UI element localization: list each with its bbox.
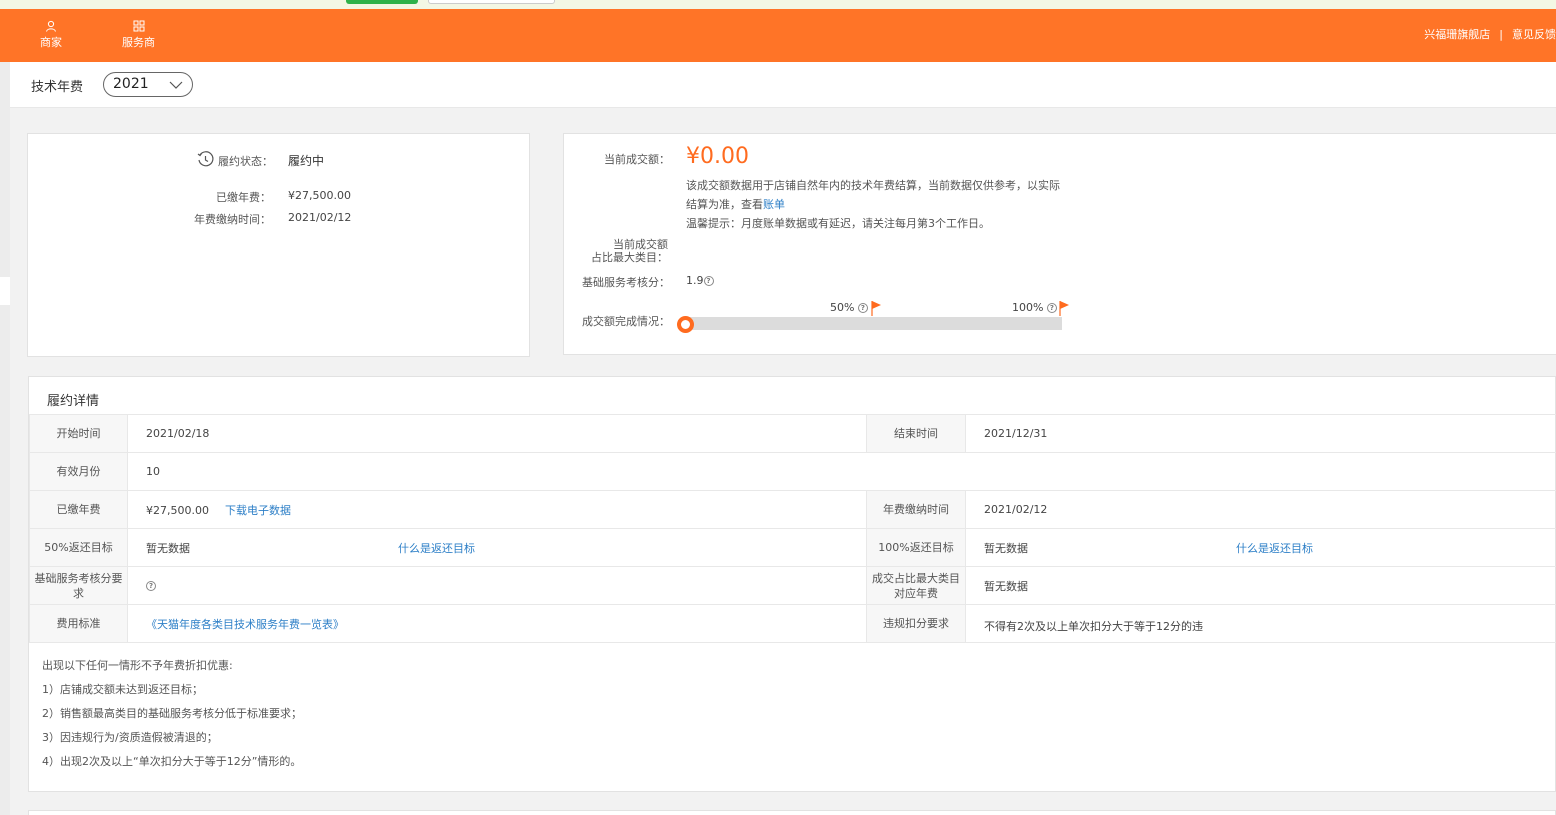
help-icon[interactable]: ? — [1046, 303, 1057, 313]
discount-rules-notes: 出现以下任何一情形不予年费折扣优惠: 1）店铺成交额未达到返还目标； 2）销售额… — [42, 659, 302, 779]
what-is-target-link[interactable]: 什么是返还目标 — [398, 542, 475, 555]
grid-icon — [133, 20, 144, 32]
chevron-down-icon — [169, 81, 183, 89]
start-time-key: 开始时间 — [29, 414, 128, 453]
bottom-card — [28, 810, 1556, 815]
target-50-cell: 暂无数据 什么是返还目标 — [127, 528, 867, 567]
current-gmv-label: 当前成交额： — [604, 153, 670, 166]
page-subheader: 技术年费 2021 — [10, 62, 1556, 108]
detail-table: 开始时间 2021/02/18 结束时间 2021/12/31 有效月份 10 … — [29, 414, 1556, 643]
left-edge-tab — [0, 277, 10, 305]
download-data-link[interactable]: 下载电子数据 — [225, 504, 291, 517]
paid-fee-cell: ¥27,500.00 下载电子数据 — [127, 490, 867, 529]
status-value: 履约中 — [288, 154, 325, 168]
milestone-100-label: 100% — [1012, 301, 1044, 314]
target-100-key: 100%返还目标 — [866, 528, 966, 567]
valid-months-value: 10 — [127, 452, 1556, 491]
service-score-value: 1.9 — [686, 274, 704, 287]
top-nav-bar: 商家 服务商 兴福珊旗舰店 | 意见反馈 — [0, 9, 1556, 62]
target-50-key: 50%返还目标 — [29, 528, 128, 567]
year-select[interactable]: 2021 — [103, 72, 193, 97]
paid-fee-value: ¥27,500.00 — [288, 189, 351, 202]
max-category-label-line1: 当前成交额 — [613, 238, 668, 251]
max-category-fee-value: 暂无数据 — [965, 566, 1556, 605]
header-right-links: 兴福珊旗舰店 | 意见反馈 — [1424, 26, 1556, 42]
gmv-tip: 温馨提示：月度账单数据或有延迟，请关注每月第3个工作日。 — [686, 217, 990, 230]
score-requirement-key: 基础服务考核分要求 — [29, 566, 128, 605]
note-item: 2）销售额最高类目的基础服务考核分低于标准要求； — [42, 707, 302, 720]
note-item: 1）店铺成交额未达到返还目标； — [42, 683, 203, 696]
target-100-cell: 暂无数据 什么是返还目标 — [965, 528, 1556, 567]
header-separator: | — [1499, 28, 1503, 41]
nav-item-label: 商家 — [40, 36, 62, 49]
top-gray-button[interactable] — [428, 0, 555, 4]
user-icon — [46, 20, 56, 32]
violation-requirement-cell: 不得有2次及以上单次扣分大于等于12分的违规 — [965, 604, 1556, 643]
paid-fee-label: 已缴年费： — [216, 191, 271, 204]
flag-50-icon — [871, 301, 881, 316]
gmv-progress-bar — [685, 317, 1062, 330]
flag-100-icon — [1059, 301, 1069, 316]
help-icon[interactable]: ? — [703, 276, 714, 286]
gmv-description-line2: 结算为准，查看 — [686, 198, 763, 211]
target-50-value: 暂无数据 — [146, 541, 190, 555]
status-label: 履约状态： — [218, 155, 273, 168]
table-row: 费用标准 《天猫年度各类目技术服务年费一览表》 违规扣分要求 不得有2次及以上单… — [29, 604, 1556, 643]
paid-fee-key: 已缴年费 — [29, 490, 128, 529]
note-item: 3）因违规行为/资质造假被清退的； — [42, 731, 218, 744]
gmv-progress-knob — [677, 316, 694, 333]
paid-fee-detail-value: ¥27,500.00 — [146, 503, 209, 517]
max-category-label-line2: 占比最大类目： — [591, 251, 668, 264]
help-icon[interactable]: ? — [857, 303, 868, 313]
max-category-label: 当前成交额 占比最大类目： — [591, 238, 668, 264]
fee-standard-link[interactable]: 《天猫年度各类目技术服务年费一览表》 — [146, 618, 344, 631]
table-row: 已缴年费 ¥27,500.00 下载电子数据 年费缴纳时间 2021/02/12 — [29, 490, 1556, 529]
note-item: 出现以下任何一情形不予年费折扣优惠: — [42, 659, 233, 672]
end-time-key: 结束时间 — [866, 414, 966, 453]
table-row: 有效月份 10 — [29, 452, 1556, 491]
pay-time-detail-value: 2021/02/12 — [965, 490, 1556, 529]
end-time-value: 2021/12/31 — [965, 414, 1556, 453]
detail-title: 履约详情 — [47, 394, 100, 409]
gmv-description-line1: 该成交额数据用于店铺自然年内的技术年费结算，当前数据仅供参考，以实际 — [686, 179, 1060, 192]
pay-time-key: 年费缴纳时间 — [866, 490, 966, 529]
valid-months-key: 有效月份 — [29, 452, 128, 491]
target-100-value: 暂无数据 — [984, 541, 1028, 555]
current-gmv-value: ¥0.00 — [686, 144, 749, 169]
violation-requirement-value: 不得有2次及以上单次扣分大于等于12分的违规 — [984, 620, 1203, 633]
contract-status-card: 履约状态： 履约中 已缴年费： ¥27,500.00 年费缴纳时间： 2021/… — [27, 133, 530, 357]
table-row: 50%返还目标 暂无数据 什么是返还目标 100%返还目标 暂无数据 什么是返还目标 — [29, 528, 1556, 567]
help-icon[interactable]: ? — [146, 581, 156, 591]
fee-standard-key: 费用标准 — [29, 604, 128, 643]
fee-standard-cell: 《天猫年度各类目技术服务年费一览表》 — [127, 604, 867, 643]
violation-requirement-key: 违规扣分要求 — [866, 604, 966, 643]
store-name-link[interactable]: 兴福珊旗舰店 — [1424, 28, 1490, 41]
start-time-value: 2021/02/18 — [127, 414, 867, 453]
score-requirement-cell: ? — [127, 566, 867, 605]
what-is-target-link[interactable]: 什么是返还目标 — [1236, 542, 1313, 555]
service-score-label: 基础服务考核分： — [582, 276, 670, 289]
table-row: 开始时间 2021/02/18 结束时间 2021/12/31 — [29, 414, 1556, 453]
browser-top-strip — [0, 0, 1556, 9]
pay-time-value: 2021/02/12 — [288, 211, 352, 224]
year-select-value: 2021 — [113, 76, 149, 92]
top-green-button[interactable] — [346, 0, 418, 4]
progress-label: 成交额完成情况： — [582, 315, 670, 328]
note-item: 4）出现2次及以上“单次扣分大于等于12分”情形的。 — [42, 755, 302, 768]
page-title: 技术年费 — [31, 80, 84, 95]
nav-item-merchant[interactable]: 商家 — [40, 20, 62, 50]
view-bill-link[interactable]: 账单 — [763, 198, 785, 211]
nav-item-provider[interactable]: 服务商 — [122, 20, 155, 50]
left-edge-strip — [0, 62, 10, 815]
table-row: 基础服务考核分要求 ? 成交占比最大类目对应年费 暂无数据 — [29, 566, 1556, 605]
max-category-fee-key: 成交占比最大类目对应年费 — [866, 566, 966, 605]
contract-detail-card: 履约详情 开始时间 2021/02/18 结束时间 2021/12/31 有效月… — [28, 376, 1556, 792]
history-clock-icon — [197, 151, 214, 167]
nav-item-label: 服务商 — [122, 36, 155, 49]
feedback-link[interactable]: 意见反馈 — [1512, 28, 1556, 41]
milestone-50-label: 50% — [830, 301, 855, 314]
pay-time-label: 年费缴纳时间： — [194, 213, 271, 226]
